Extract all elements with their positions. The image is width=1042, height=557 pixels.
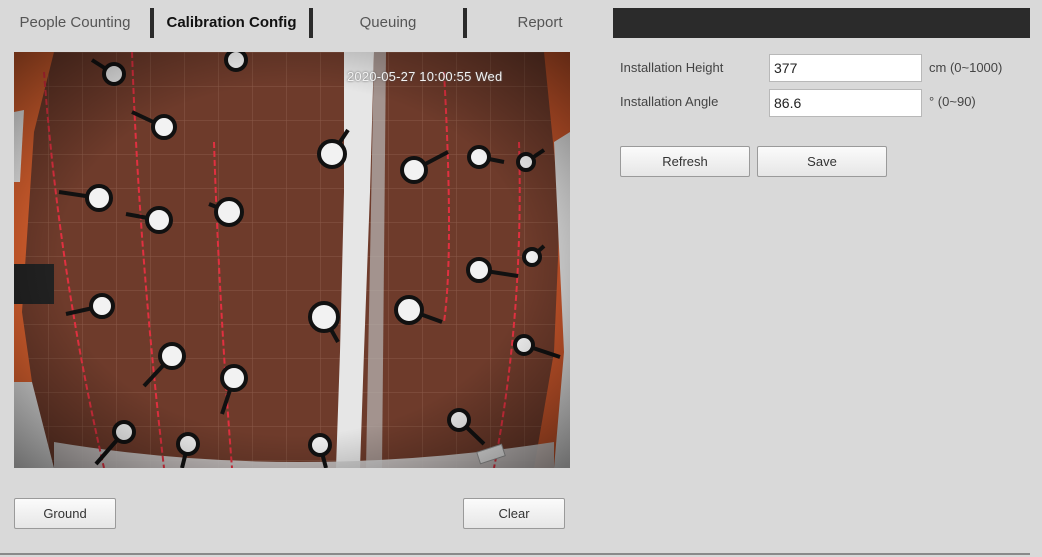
tab-calibration-config[interactable]: Calibration Config — [150, 8, 313, 38]
video-timestamp: 2020-05-27 10:00:55 Wed — [347, 69, 503, 84]
fisheye-camera-image — [14, 52, 570, 468]
save-button[interactable]: Save — [757, 146, 887, 177]
video-preview[interactable] — [14, 52, 570, 468]
refresh-button[interactable]: Refresh — [620, 146, 750, 177]
tab-report[interactable]: Report — [463, 8, 613, 38]
panel-divider — [0, 553, 1030, 555]
installation-angle-input[interactable]: 86.6 — [769, 89, 922, 117]
installation-angle-unit: ° (0~90) — [929, 94, 976, 109]
clear-button[interactable]: Clear — [463, 498, 565, 529]
tab-people-counting[interactable]: People Counting — [0, 8, 150, 38]
tab-bar: People Counting Calibration Config Queui… — [0, 8, 1030, 38]
installation-angle-label: Installation Angle — [620, 94, 719, 109]
installation-height-unit: cm (0~1000) — [929, 60, 1003, 75]
installation-height-label: Installation Height — [620, 60, 724, 75]
tab-queuing[interactable]: Queuing — [313, 8, 463, 38]
installation-height-input[interactable]: 377 — [769, 54, 922, 82]
ground-button[interactable]: Ground — [14, 498, 116, 529]
